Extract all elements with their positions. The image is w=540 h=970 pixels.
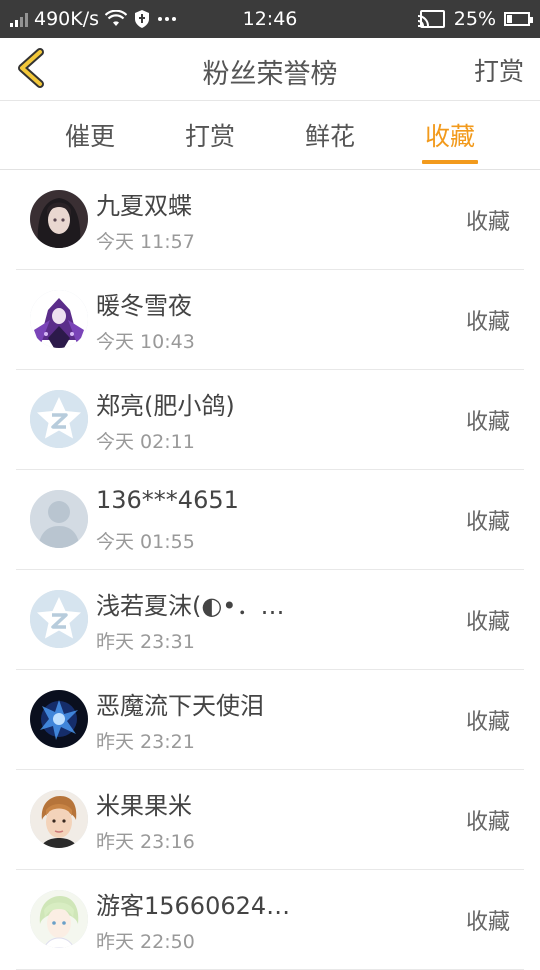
- more-dots-icon: [158, 17, 177, 21]
- list-item[interactable]: 九夏双蝶 今天 11:57 收藏: [0, 170, 540, 270]
- anime-boy-light-avatar: [30, 890, 88, 948]
- chevron-left-icon: [18, 48, 44, 88]
- user-name: 游客15660624…: [96, 892, 291, 920]
- qq-star-default-avatar: [30, 390, 88, 448]
- list-item[interactable]: 136***4651 今天 01:55 收藏: [0, 470, 540, 570]
- action-label: 收藏: [465, 610, 510, 635]
- page-title: 粉丝荣誉榜: [202, 59, 338, 90]
- timestamp: 昨天 23:21: [96, 731, 195, 753]
- nav-bar: 粉丝荣誉榜 打赏: [0, 38, 540, 101]
- action-label: 收藏: [465, 210, 510, 235]
- cast-icon: [417, 10, 445, 28]
- dark-blue-demon-avatar: [30, 690, 88, 748]
- young-man-photo-avatar: [30, 790, 88, 848]
- timestamp: 今天 01:55: [96, 531, 195, 553]
- action-label: 收藏: [465, 910, 510, 935]
- action-label: 收藏: [465, 810, 510, 835]
- status-left: 490K/s: [10, 8, 177, 30]
- list-item[interactable]: 游客15660624… 昨天 22:50 收藏: [0, 870, 540, 970]
- user-name: 九夏双蝶: [96, 192, 192, 220]
- list-item[interactable]: 浅若夏沫(◐•．… 昨天 23:31 收藏: [0, 570, 540, 670]
- net-speed: 490K/s: [34, 8, 100, 30]
- list-item[interactable]: 暖冬雪夜 今天 10:43 收藏: [0, 270, 540, 370]
- shield-icon: [135, 10, 150, 28]
- battery-icon: [504, 12, 533, 26]
- wifi-icon: [105, 10, 128, 26]
- reward-button[interactable]: 打赏: [474, 52, 524, 88]
- battery-percent: 25%: [453, 8, 496, 30]
- tab-reward[interactable]: 打赏: [150, 117, 270, 153]
- action-label: 收藏: [465, 510, 510, 535]
- list-item[interactable]: 恶魔流下天使泪 昨天 23:21 收藏: [0, 670, 540, 770]
- timestamp: 昨天 22:50: [96, 931, 195, 953]
- user-name: 恶魔流下天使泪: [96, 692, 264, 720]
- timestamp: 今天 10:43: [96, 331, 195, 353]
- qq-star-default-avatar: [30, 590, 88, 648]
- tab-bar: 催更 打赏 鲜花 收藏: [0, 101, 540, 170]
- anime-girl-dark-avatar: [30, 190, 88, 248]
- timestamp: 今天 11:57: [96, 231, 195, 253]
- user-name: 136***4651: [96, 486, 239, 514]
- action-label: 收藏: [465, 410, 510, 435]
- action-label: 收藏: [465, 310, 510, 335]
- status-right: 25%: [416, 8, 533, 30]
- action-label: 收藏: [465, 710, 510, 735]
- tab-flowers[interactable]: 鲜花: [270, 117, 390, 153]
- person-silhouette-avatar: [30, 490, 88, 548]
- back-button[interactable]: [10, 46, 54, 90]
- status-bar: 490K/s 12:46 25%: [0, 0, 540, 38]
- tab-urge[interactable]: 催更: [30, 117, 150, 153]
- signal-icon: [10, 11, 28, 27]
- user-name: 郑亮(肥小鸽): [96, 392, 235, 420]
- fan-list: 九夏双蝶 今天 11:57 收藏 暖冬雪夜 今天 10:43 收藏 郑亮(肥小鸽…: [0, 170, 540, 970]
- timestamp: 今天 02:11: [96, 431, 195, 453]
- anime-purple-avatar: [30, 290, 88, 348]
- user-name: 暖冬雪夜: [96, 292, 192, 320]
- timestamp: 昨天 23:16: [96, 831, 195, 853]
- list-item[interactable]: 郑亮(肥小鸽) 今天 02:11 收藏: [0, 370, 540, 470]
- timestamp: 昨天 23:31: [96, 631, 195, 653]
- list-item[interactable]: 米果果米 昨天 23:16 收藏: [0, 770, 540, 870]
- active-tab-indicator: [422, 160, 478, 164]
- user-name: 浅若夏沫(◐•．…: [96, 592, 285, 620]
- tab-favorites[interactable]: 收藏: [390, 117, 510, 153]
- user-name: 米果果米: [96, 792, 192, 820]
